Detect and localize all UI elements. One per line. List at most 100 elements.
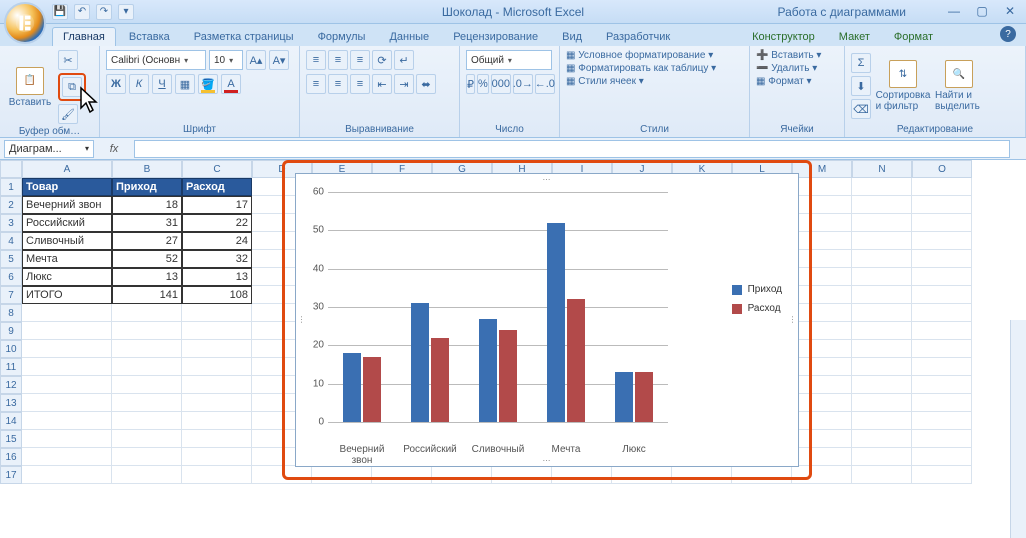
- cell[interactable]: [852, 214, 912, 232]
- sort-filter-button[interactable]: ⇅Сортировка и фильтр: [879, 50, 927, 122]
- fx-icon[interactable]: fx: [94, 143, 134, 155]
- row-header[interactable]: 14: [0, 412, 22, 430]
- tab-view[interactable]: Вид: [551, 27, 593, 46]
- name-box[interactable]: Диаграм...▾: [4, 140, 94, 158]
- cell[interactable]: Расход: [182, 178, 252, 196]
- currency-icon[interactable]: ₽: [466, 74, 475, 94]
- inc-decimal-icon[interactable]: .0→: [513, 74, 533, 94]
- cell[interactable]: [912, 214, 972, 232]
- row-header[interactable]: 5: [0, 250, 22, 268]
- cell[interactable]: 52: [112, 250, 182, 268]
- row-header[interactable]: 11: [0, 358, 22, 376]
- tab-chart-layout[interactable]: Макет: [828, 27, 881, 46]
- cell[interactable]: [912, 376, 972, 394]
- tab-insert[interactable]: Вставка: [118, 27, 181, 46]
- vertical-scrollbar[interactable]: [1010, 320, 1026, 538]
- chart-bar[interactable]: [567, 299, 585, 422]
- office-button[interactable]: [4, 2, 46, 44]
- cell[interactable]: [22, 448, 112, 466]
- cell[interactable]: [912, 178, 972, 196]
- cell[interactable]: [852, 322, 912, 340]
- row-header[interactable]: 10: [0, 340, 22, 358]
- cell[interactable]: [182, 322, 252, 340]
- bold-icon[interactable]: Ж: [106, 74, 126, 94]
- delete-cells-button[interactable]: ➖ Удалить ▾: [756, 63, 838, 74]
- col-header[interactable]: C: [182, 160, 252, 178]
- save-icon[interactable]: 💾: [52, 4, 68, 20]
- chart-bar[interactable]: [411, 303, 429, 422]
- align-bottom-icon[interactable]: ≡: [350, 50, 370, 70]
- cell[interactable]: [912, 232, 972, 250]
- insert-cells-button[interactable]: ➕ Вставить ▾: [756, 50, 838, 61]
- cell[interactable]: [852, 358, 912, 376]
- cell[interactable]: [852, 304, 912, 322]
- wrap-text-icon[interactable]: ↵: [394, 50, 414, 70]
- cell[interactable]: [912, 466, 972, 484]
- cell[interactable]: [182, 340, 252, 358]
- chart-object[interactable]: ⋯ ⋯ ⋯ ⋯ 0102030405060Вечерний звонРоссий…: [295, 173, 799, 467]
- tab-chart-design[interactable]: Конструктор: [741, 27, 826, 46]
- cell[interactable]: [912, 412, 972, 430]
- format-cells-button[interactable]: ▦ Формат ▾: [756, 76, 838, 87]
- chart-legend[interactable]: Приход Расход: [732, 284, 782, 322]
- row-header[interactable]: 13: [0, 394, 22, 412]
- comma-icon[interactable]: 000: [491, 74, 511, 94]
- indent-inc-icon[interactable]: ⇥: [394, 74, 414, 94]
- cell[interactable]: 18: [112, 196, 182, 214]
- fill-color-icon[interactable]: 🪣: [198, 74, 218, 94]
- cell[interactable]: 13: [182, 268, 252, 286]
- cell[interactable]: 141: [112, 286, 182, 304]
- cell[interactable]: [852, 448, 912, 466]
- chart-bar[interactable]: [499, 330, 517, 422]
- font-name-combo[interactable]: Calibri (Основн▾: [106, 50, 206, 70]
- row-header[interactable]: 8: [0, 304, 22, 322]
- cell[interactable]: Вечерний звон: [22, 196, 112, 214]
- cell[interactable]: [112, 466, 182, 484]
- underline-icon[interactable]: Ч: [152, 74, 172, 94]
- row-header[interactable]: 4: [0, 232, 22, 250]
- minimize-button[interactable]: —: [944, 4, 964, 18]
- autosum-icon[interactable]: Σ: [851, 53, 871, 73]
- align-center-icon[interactable]: ≡: [328, 74, 348, 94]
- cond-format-button[interactable]: ▦ Условное форматирование ▾: [566, 50, 743, 61]
- cell[interactable]: [852, 250, 912, 268]
- cell[interactable]: [22, 430, 112, 448]
- maximize-button[interactable]: ▢: [972, 4, 992, 18]
- cell[interactable]: [182, 430, 252, 448]
- row-header[interactable]: 1: [0, 178, 22, 196]
- cell[interactable]: [852, 412, 912, 430]
- orientation-icon[interactable]: ⟳: [372, 50, 392, 70]
- redo-icon[interactable]: ↷: [96, 4, 112, 20]
- col-header[interactable]: N: [852, 160, 912, 178]
- cell[interactable]: [852, 286, 912, 304]
- clear-icon[interactable]: ⌫: [851, 99, 871, 119]
- col-header[interactable]: B: [112, 160, 182, 178]
- cell[interactable]: [912, 268, 972, 286]
- cell[interactable]: [852, 394, 912, 412]
- cell[interactable]: [112, 430, 182, 448]
- row-header[interactable]: 3: [0, 214, 22, 232]
- close-button[interactable]: ✕: [1000, 4, 1020, 18]
- format-painter-icon[interactable]: 🖌: [58, 104, 78, 124]
- cell[interactable]: [912, 322, 972, 340]
- cell[interactable]: [112, 358, 182, 376]
- cell[interactable]: 27: [112, 232, 182, 250]
- cell[interactable]: [852, 376, 912, 394]
- cell[interactable]: [182, 412, 252, 430]
- cell[interactable]: [22, 358, 112, 376]
- align-top-icon[interactable]: ≡: [306, 50, 326, 70]
- cell[interactable]: [182, 394, 252, 412]
- align-left-icon[interactable]: ≡: [306, 74, 326, 94]
- tab-pagelayout[interactable]: Разметка страницы: [183, 27, 305, 46]
- cell[interactable]: [22, 376, 112, 394]
- cell[interactable]: Приход: [112, 178, 182, 196]
- row-header[interactable]: 17: [0, 466, 22, 484]
- cell[interactable]: 24: [182, 232, 252, 250]
- cell[interactable]: Сливочный: [22, 232, 112, 250]
- row-header[interactable]: 16: [0, 448, 22, 466]
- cell[interactable]: [112, 322, 182, 340]
- italic-icon[interactable]: К: [129, 74, 149, 94]
- copy-icon[interactable]: ⧉: [62, 77, 82, 97]
- cell[interactable]: [852, 232, 912, 250]
- cell[interactable]: [912, 304, 972, 322]
